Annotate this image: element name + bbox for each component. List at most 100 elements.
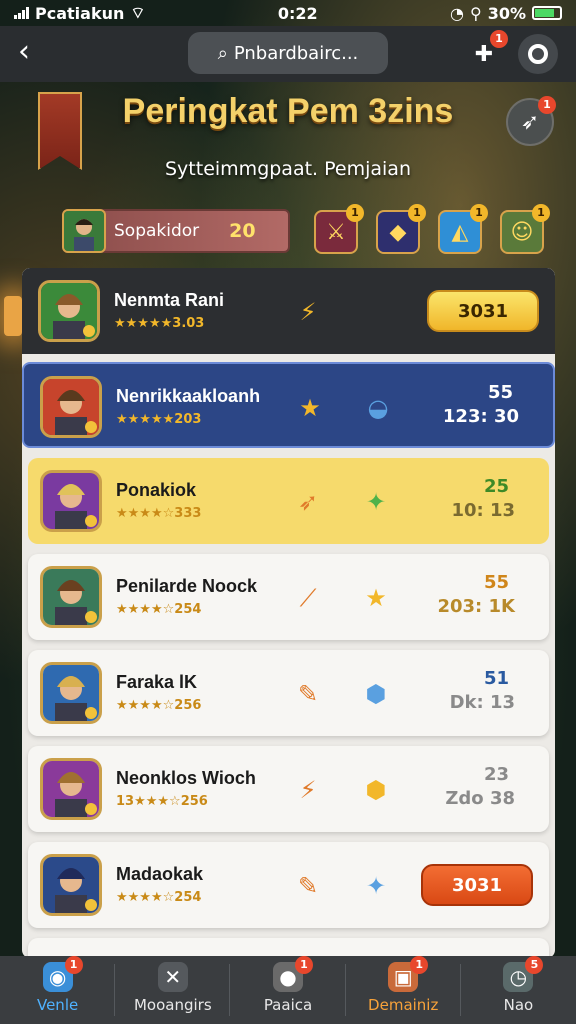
chest-icon: ▣ 1 (388, 956, 429, 992)
achievement-badge: 1 (532, 204, 550, 222)
orb-icon: ● 1 (273, 956, 313, 992)
tab-label: Demainiz (368, 996, 439, 1014)
rank-score: 55 (483, 572, 509, 593)
blue-emblem-icon-glyph: ◭ (451, 219, 469, 245)
top-navigation: ‹ ⌕ Pnbardbairc... ✚ 1 (0, 26, 576, 82)
claim-button[interactable]: 3031 (421, 864, 533, 906)
reward-item-icon: ⚡ (299, 298, 317, 326)
carrier-label: Pcatiakun (35, 3, 125, 23)
gem-shield-icon-glyph: ⚔ (326, 219, 346, 245)
tab-badge: 1 (410, 956, 429, 974)
rank-stat: Zdo 38 (445, 788, 515, 809)
tab-paaica[interactable]: ● 1 Paaica (230, 956, 346, 1024)
leaderboard-row[interactable]: Penilarde Noock ★★★★☆254 ⟋ ★ 55 203: 1K (28, 554, 549, 640)
page-title: Peringkat Pem 3zins (122, 92, 454, 130)
blue-emblem-icon[interactable]: ◭ 1 (438, 204, 488, 254)
player-summary[interactable]: Sopakidor 20 (62, 209, 290, 253)
tab-demainiz[interactable]: ▣ 1 Demainiz (346, 956, 461, 1024)
player-rating: 13★★★☆256 (116, 794, 208, 809)
notification-badge: 1 (490, 30, 508, 48)
tab-label: Paaica (263, 996, 313, 1014)
player-name: Nenmta Rani (114, 290, 225, 310)
rank-stat: 203: 1K (437, 596, 515, 617)
player-rating: ★★★★☆333 (116, 506, 202, 521)
player-avatar (40, 566, 102, 628)
player-avatar (40, 376, 102, 438)
gold-cube-icon-glyph: ◆ (389, 219, 407, 245)
player-avatar (62, 209, 106, 253)
hero-portrait-icon[interactable]: ☺ 1 (500, 204, 550, 254)
tab-label: Mooangirs (133, 996, 212, 1014)
reward-item-icon: ➶ (297, 488, 319, 516)
player-avatar (40, 470, 102, 532)
leaderboard-row[interactable]: Faraka lK ★★★★☆256 ✎ ⬢ 51 Dk: 13 (28, 650, 549, 736)
rank-score: 23 (483, 764, 509, 785)
puzzle-icon: ✚ (474, 41, 494, 67)
leaderboard-row-partial[interactable] (28, 938, 549, 958)
leaderboard-row[interactable]: Neonklos Wioch 13★★★☆256 ⚡ ⬢ 23 Zdo 38 (28, 746, 549, 832)
location-icon: ⚲ (469, 3, 482, 23)
search-text: Pnbardbairc... (233, 42, 359, 64)
player-score: 20 (229, 220, 256, 242)
player-avatar (38, 280, 100, 342)
achievement-badge: 1 (470, 204, 488, 222)
gem-shield-icon[interactable]: ⚔ 1 (314, 204, 364, 254)
player-rating: ★★★★☆254 (116, 890, 202, 905)
rocket-button[interactable]: ➶ 1 (506, 96, 556, 146)
status-bar: Pcatiakun ⌔ 0:22 ◔ ⚲ 30% (0, 0, 576, 26)
lantern-decoration (4, 296, 22, 336)
alarm-icon: ◔ (450, 3, 464, 23)
player-rating: ★★★★☆254 (116, 602, 202, 617)
shield-icon: ◉ 1 (42, 956, 83, 992)
player-rating: ★★★★★3.03 (114, 316, 205, 331)
rank-score: 55 (487, 382, 513, 403)
rank-score: 25 (483, 476, 509, 497)
rank-stat: 10: 13 (451, 500, 515, 521)
reward-item-icon: ✎ (297, 872, 319, 900)
reward-item-icon: ★ (365, 584, 387, 612)
reward-item-icon: ⚡ (299, 776, 317, 804)
hero-portrait-icon-glyph: ☺ (510, 219, 534, 245)
gold-cube-icon[interactable]: ◆ 1 (376, 204, 426, 254)
leaderboard-list[interactable]: Nenmta Rani ★★★★★3.03 ⚡ 3031 Nenrikkaakloanh… (22, 268, 555, 958)
tab-badge: 1 (64, 956, 83, 974)
search-pill[interactable]: ⌕ Pnbardbairc... (188, 32, 388, 74)
battery-icon (532, 6, 562, 20)
leaderboard-row[interactable]: Nenrikkaakloanh ★★★★★203 ★ ◒ 55 123: 30 (22, 362, 555, 448)
reward-item-icon: ⬢ (365, 680, 387, 708)
reward-item-icon: ✎ (297, 680, 319, 708)
achievement-badge: 1 (346, 204, 364, 222)
clock-time: 0:22 (277, 3, 318, 23)
tab-label: Nao (503, 996, 534, 1014)
settings-ring-button[interactable] (518, 34, 558, 74)
player-name: Sopakidor (114, 221, 200, 241)
tab-badge: 5 (525, 956, 544, 974)
tab-mooangirs[interactable]: ✕ Mooangirs (115, 956, 231, 1024)
leaderboard-row[interactable]: Nenmta Rani ★★★★★3.03 ⚡ 3031 (22, 268, 555, 354)
claim-button[interactable]: 3031 (427, 290, 539, 332)
puzzle-button[interactable]: ✚ 1 (464, 30, 508, 74)
ring-icon (528, 44, 548, 64)
clock-icon: ◷ 5 (503, 956, 544, 992)
rocket-icon: ➶ (520, 109, 540, 135)
player-avatar (40, 854, 102, 916)
tab-label: Venle (36, 996, 79, 1014)
player-avatar (40, 758, 102, 820)
page-subtitle: Sytteimmgpaat. Pemjaian (165, 158, 411, 180)
tab-nao[interactable]: ◷ 5 Nao (461, 956, 576, 1024)
back-button[interactable]: ‹ (18, 37, 48, 68)
leaderboard-row[interactable]: Madaokak ★★★★☆254 ✎ ✦ 3031 (28, 842, 549, 928)
tab-badge: 1 (295, 956, 313, 974)
player-name: Penilarde Noock (116, 576, 258, 596)
reward-item-icon: ⬢ (365, 776, 387, 804)
player-name: Nenrikkaakloanh (116, 386, 261, 406)
crossed-swords-icon: ✕ (157, 962, 188, 992)
player-name: Madaokak (116, 864, 204, 884)
tab-venle[interactable]: ◉ 1 Venle (0, 956, 116, 1024)
search-icon: ⌕ (217, 42, 228, 64)
reward-item-icon: ✦ (365, 872, 387, 900)
leaderboard-row[interactable]: Ponakiok ★★★★☆333 ➶ ✦ 25 10: 13 (28, 458, 549, 544)
player-name: Ponakiok (116, 480, 197, 500)
signal-icon (14, 7, 29, 19)
rank-stat: 123: 30 (442, 406, 519, 427)
